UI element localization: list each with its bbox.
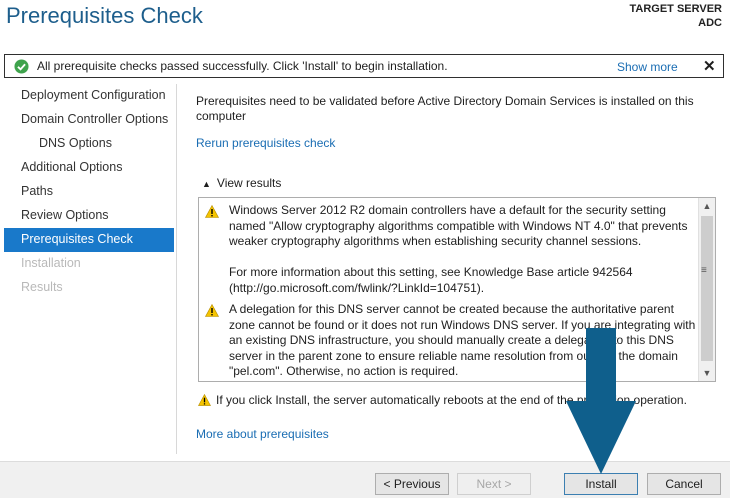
scroll-thumb[interactable]: [701, 216, 713, 361]
nav-item-deployment-configuration[interactable]: Deployment Configuration: [0, 84, 176, 108]
next-button: Next >: [457, 473, 531, 495]
scroll-down-icon[interactable]: ▼: [699, 365, 715, 381]
previous-button[interactable]: < Previous: [375, 473, 449, 495]
result-extra-text: For more information about this setting,…: [229, 265, 633, 295]
nav-item-paths[interactable]: Paths: [0, 180, 176, 204]
down-arrow-annotation: [566, 328, 636, 474]
results-scrollbar[interactable]: ▲ ≡ ▼: [698, 198, 715, 381]
cancel-button[interactable]: Cancel: [647, 473, 721, 495]
warning-icon: [205, 205, 219, 218]
nav-item-results: Results: [21, 280, 63, 294]
more-about-prerequisites-link[interactable]: More about prerequisites: [196, 427, 329, 441]
close-icon[interactable]: ✕: [703, 57, 716, 75]
notification-bar: All prerequisite checks passed successfu…: [4, 54, 724, 78]
results-panel[interactable]: Windows Server 2012 R2 domain controller…: [198, 197, 716, 382]
warning-icon: [198, 394, 211, 406]
nav-item-dns-options[interactable]: DNS Options: [0, 132, 176, 156]
install-button[interactable]: Install: [564, 473, 638, 495]
target-server-name: ADC: [698, 17, 722, 29]
scroll-grip-icon: ≡: [701, 265, 707, 276]
target-server: TARGET SERVER ADC: [630, 2, 723, 30]
nav-divider: [176, 84, 177, 454]
warning-icon: [205, 304, 219, 317]
scroll-up-icon[interactable]: ▲: [699, 198, 715, 214]
page-title: Prerequisites Check: [6, 3, 203, 28]
nav-item-review-options[interactable]: Review Options: [0, 204, 176, 228]
check-circle-icon: [14, 59, 29, 74]
chevron-up-icon: ▲: [202, 179, 211, 189]
show-more-link[interactable]: Show more: [617, 60, 678, 74]
notification-message: All prerequisite checks passed successfu…: [37, 59, 448, 73]
nav-item-prerequisites-check[interactable]: Prerequisites Check: [4, 228, 174, 252]
nav-item-installation: Installation: [21, 256, 81, 270]
main-content: Prerequisites need to be validated befor…: [196, 94, 716, 190]
intro-text: Prerequisites need to be validated befor…: [196, 94, 694, 123]
rerun-check-link[interactable]: Rerun prerequisites check: [196, 136, 335, 150]
view-results-toggle[interactable]: ▲ View results: [202, 176, 281, 190]
nav-item-domain-controller-options[interactable]: Domain Controller Options: [0, 108, 176, 132]
view-results-label: View results: [216, 176, 282, 190]
wizard-navigation: Deployment Configuration Domain Controll…: [0, 84, 176, 300]
target-server-label: TARGET SERVER: [629, 3, 723, 15]
result-text: Windows Server 2012 R2 domain controller…: [229, 203, 688, 248]
nav-item-additional-options[interactable]: Additional Options: [0, 156, 176, 180]
